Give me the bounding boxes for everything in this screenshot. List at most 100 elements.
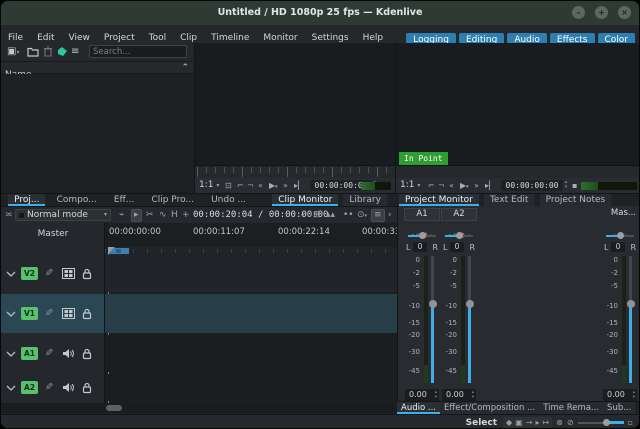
tab-effect-composition-stack[interactable]: Effect/Composition ... (440, 402, 539, 414)
zone-out-icon[interactable]: ¬ (247, 181, 254, 190)
gain-spinbox[interactable]: 0.00 ▴▾ (603, 389, 637, 401)
tab-library[interactable]: Library (343, 194, 386, 206)
track-content-a1[interactable] (105, 335, 397, 372)
clip-monitor-video-area[interactable] (195, 43, 395, 165)
mixer-toggle-icon[interactable]: ≡ (371, 209, 385, 222)
pan-slider[interactable] (606, 235, 634, 237)
tag-icon[interactable] (57, 46, 68, 57)
razor-tool-button[interactable]: ▣ (515, 418, 523, 428)
track-header-a2[interactable]: A2 ✎ (1, 374, 105, 401)
timecode-spinner[interactable]: ▴▾ (563, 180, 569, 191)
track-target-badge[interactable]: A2 (21, 381, 38, 394)
add-clip-icon[interactable]: ▣▾ (7, 46, 19, 59)
thumbnails-icon[interactable]: ⊞ (313, 211, 321, 220)
zoom-slider-knob[interactable] (603, 419, 610, 426)
tab-clip-monitor[interactable]: Clip Monitor (272, 194, 338, 206)
view-mode-icon[interactable]: ≡ (71, 46, 79, 58)
video-thumb-icon[interactable]: ▴▴ (326, 211, 335, 220)
timeline-hscrollbar[interactable] (1, 403, 397, 413)
project-monitor-video-area[interactable] (396, 43, 640, 165)
chevron-down-icon[interactable] (6, 271, 16, 277)
spacer-tool-button[interactable]: → (526, 418, 533, 428)
pan-value[interactable]: 0 (450, 242, 464, 252)
titlebar[interactable]: Untitled / HD 1080p 25 fps — Kdenlive – … (1, 1, 639, 25)
forward-icon[interactable]: » (283, 181, 288, 190)
tab-subtitles[interactable]: Sub... (603, 402, 635, 414)
lock-track-icon[interactable] (82, 382, 92, 394)
volume-knob[interactable] (429, 300, 437, 308)
create-folder-icon[interactable] (27, 46, 39, 57)
delete-icon[interactable] (43, 46, 53, 57)
clip-monitor-ruler[interactable] (195, 165, 395, 178)
tab-audio-mixer[interactable]: Audio ... (397, 402, 440, 414)
select-tool-icon[interactable]: ▸ (131, 209, 142, 222)
edit-track-icon[interactable]: ✎ (45, 382, 53, 393)
zoom-level-combo[interactable]: 1:1 ▾ (199, 180, 219, 190)
audio-thumb-icon[interactable]: •• (343, 211, 354, 220)
monitor-config-icon[interactable]: ⊡ (225, 181, 232, 190)
chevron-down-icon[interactable] (6, 311, 16, 317)
track-target-badge[interactable]: V2 (21, 267, 38, 280)
zone-out-icon[interactable]: ¬ (438, 181, 445, 190)
chevron-down-icon[interactable] (6, 351, 16, 357)
timeline-timecode[interactable]: 00:00:20:04 / 00:00:00:00 (193, 210, 328, 220)
spinner-arrows[interactable]: ▴▾ (435, 390, 437, 400)
minimize-button[interactable]: – (572, 6, 585, 19)
tab-compositions[interactable]: Compo... (51, 194, 103, 206)
toolbar-overflow-icon[interactable]: › (388, 211, 392, 220)
edit-track-icon[interactable]: ✎ (45, 348, 53, 359)
play-icon[interactable]: ▶▾ (269, 181, 278, 192)
go-to-end-icon[interactable]: ▸▏ (294, 181, 304, 190)
ripple-tool-button[interactable]: ↦ (542, 418, 549, 428)
spinner-arrows[interactable]: ▴▾ (633, 390, 635, 400)
spinner-arrows[interactable]: ▴▾ (472, 390, 474, 400)
volume-slider[interactable] (468, 256, 471, 383)
zone-handle[interactable] (116, 249, 121, 253)
track-content-v2[interactable] (105, 255, 397, 292)
edit-track-icon[interactable]: ✎ (45, 268, 53, 279)
tab-text-edit[interactable]: Text Edit (484, 194, 535, 206)
pan-slider[interactable] (408, 235, 436, 237)
volume-knob[interactable] (466, 300, 474, 308)
pan-value[interactable]: 0 (611, 242, 625, 252)
gain-spinbox[interactable]: 0.00 ▴▾ (442, 389, 476, 401)
track-header-v2[interactable]: V2 ✎ (1, 255, 105, 292)
pan-knob[interactable] (456, 232, 463, 239)
hide-video-icon[interactable] (62, 308, 75, 319)
volume-slider[interactable] (629, 256, 632, 383)
scrollbar-thumb[interactable] (106, 405, 122, 411)
master-track-button[interactable]: Master (1, 229, 105, 239)
spacer-tool-icon[interactable]: ∿ (159, 211, 167, 220)
mute-monitor-icon[interactable]: ⊗ (556, 418, 563, 428)
edit-mode-combo[interactable]: Normal mode ▾ (15, 209, 111, 221)
pan-value[interactable]: 0 (413, 242, 427, 252)
timecode-dropdown-icon[interactable]: ▾ (301, 211, 304, 220)
slip-tool-button[interactable]: ▸ (535, 418, 539, 428)
track-content-v1[interactable] (105, 294, 397, 333)
lock-track-icon[interactable] (82, 348, 92, 360)
project-monitor-ruler[interactable] (396, 165, 640, 178)
zone-in-icon[interactable]: ⌐ (237, 181, 244, 190)
loop-zone-icon[interactable]: ▪ (572, 181, 577, 190)
tab-project-bin[interactable]: Proj... (8, 194, 45, 206)
zoom-fit-icon[interactable]: ▫ (628, 418, 633, 428)
hide-video-icon[interactable] (62, 268, 75, 279)
timeline-zone-bar[interactable] (105, 247, 397, 255)
playhead-marker[interactable] (108, 247, 115, 254)
tab-project-notes[interactable]: Project Notes (540, 194, 612, 206)
gain-spinbox[interactable]: 0.00 ▴▾ (405, 389, 439, 401)
track-target-badge[interactable]: A1 (21, 347, 38, 360)
pan-knob[interactable] (419, 232, 426, 239)
lock-track-icon[interactable] (82, 268, 92, 280)
pan-knob[interactable] (617, 232, 624, 239)
rewind-icon[interactable]: « (258, 181, 263, 190)
edit-track-icon[interactable]: ✎ (45, 308, 53, 319)
tab-effects[interactable]: Eff... (108, 194, 140, 206)
timeline-options-icon[interactable]: ≍ (5, 211, 13, 220)
zone-in-icon[interactable]: ⌐ (428, 181, 435, 190)
play-icon[interactable]: ▶▾ (460, 181, 469, 192)
track-header-v1[interactable]: V1 ✎ (1, 294, 105, 333)
bin-clip-list[interactable] (1, 74, 194, 193)
zoom-level-combo[interactable]: 1:1 ▾ (400, 180, 420, 190)
select-tool-button[interactable]: ◆ (506, 418, 512, 428)
